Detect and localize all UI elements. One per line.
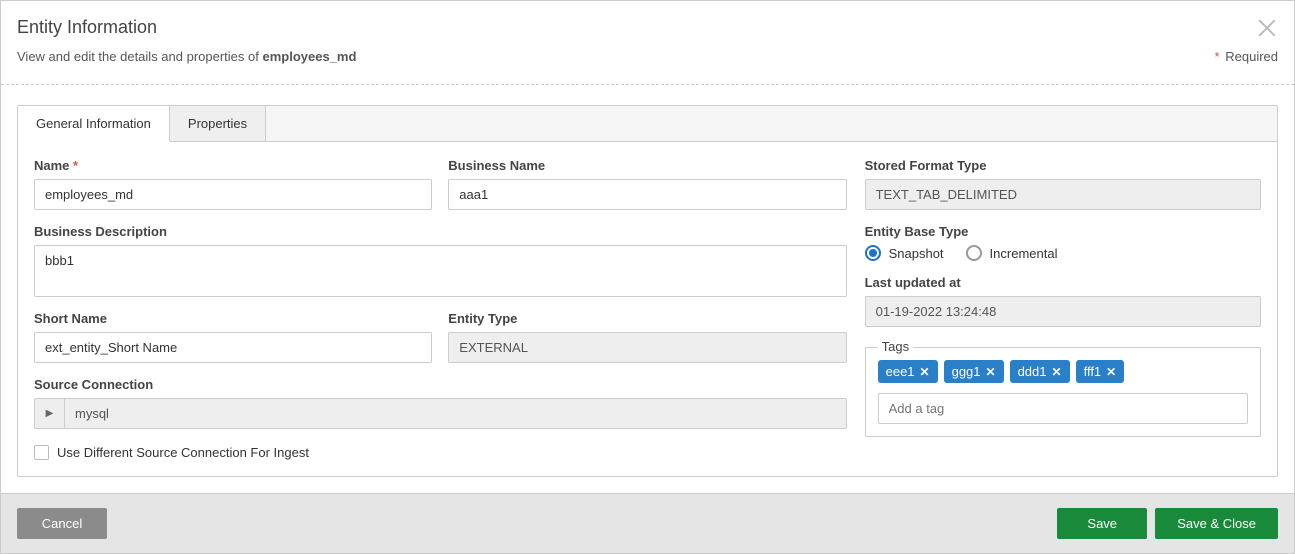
divider [1,84,1294,85]
radio-snapshot-label: Snapshot [889,246,944,261]
tag-label: ggg1 [952,364,981,379]
field-name: Name * [34,158,432,210]
field-entity-base-type: Entity Base Type Snapshot Incremental [865,224,1261,261]
label-use-different-source: Use Different Source Connection For Inge… [57,445,309,460]
input-add-tag[interactable] [878,393,1248,424]
source-connection-control: ▶ mysql [34,398,847,429]
tag-item: eee1 ✕ [878,360,938,383]
radio-incremental-label: Incremental [990,246,1058,261]
tag-remove-icon[interactable]: ✕ [986,365,996,379]
label-short-name: Short Name [34,311,432,326]
label-source-connection: Source Connection [34,377,847,392]
value-last-updated: 01-19-2022 13:24:48 [865,296,1261,327]
value-entity-type: EXTERNAL [448,332,846,363]
label-entity-base-type: Entity Base Type [865,224,1261,239]
tag-label: ddd1 [1018,364,1047,379]
field-tags: Tags eee1 ✕ ggg1 ✕ ddd1 ✕ fff1 ✕ [865,347,1261,437]
label-name: Name * [34,158,432,173]
field-short-name: Short Name [34,311,432,363]
input-business-description[interactable]: bbb1 [34,245,847,297]
tag-item: fff1 ✕ [1076,360,1125,383]
subtitle-prefix: View and edit the details and properties… [17,49,262,64]
tags-list: eee1 ✕ ggg1 ✕ ddd1 ✕ fff1 ✕ [878,360,1248,383]
label-business-description: Business Description [34,224,847,239]
tab-general-information[interactable]: General Information [18,106,170,142]
form-right-column: Stored Format Type TEXT_TAB_DELIMITED En… [865,158,1261,460]
close-icon[interactable] [1256,17,1278,39]
expand-icon[interactable]: ▶ [35,399,65,428]
dialog-subtitle: View and edit the details and properties… [17,49,356,64]
tab-list: General Information Properties [18,106,1277,142]
tag-remove-icon[interactable]: ✕ [920,365,930,379]
value-source-connection: mysql [65,399,846,428]
input-name[interactable] [34,179,432,210]
label-business-name: Business Name [448,158,846,173]
tag-label: eee1 [886,364,915,379]
radio-icon [966,245,982,261]
label-stored-format-type: Stored Format Type [865,158,1261,173]
tabs-panel: General Information Properties Name * Bu… [17,105,1278,477]
checkbox-use-different-source[interactable] [34,445,49,460]
tag-label: fff1 [1084,364,1102,379]
entity-name: employees_md [262,49,356,64]
value-stored-format-type: TEXT_TAB_DELIMITED [865,179,1261,210]
field-business-name: Business Name [448,158,846,210]
form-left-column: Name * Business Name Business Descriptio… [34,158,847,460]
radio-incremental[interactable]: Incremental [966,245,1058,261]
dialog-title: Entity Information [17,17,157,38]
tag-item: ddd1 ✕ [1010,360,1070,383]
field-business-description: Business Description bbb1 [34,224,847,297]
label-name-text: Name [34,158,69,173]
input-business-name[interactable] [448,179,846,210]
tab-properties[interactable]: Properties [170,106,266,141]
tag-remove-icon[interactable]: ✕ [1106,365,1116,379]
field-last-updated: Last updated at 01-19-2022 13:24:48 [865,275,1261,327]
field-entity-type: Entity Type EXTERNAL [448,311,846,363]
field-stored-format-type: Stored Format Type TEXT_TAB_DELIMITED [865,158,1261,210]
dialog-footer: Cancel Save Save & Close [1,493,1294,553]
save-button[interactable]: Save [1057,508,1147,539]
label-last-updated: Last updated at [865,275,1261,290]
input-short-name[interactable] [34,332,432,363]
tag-item: ggg1 ✕ [944,360,1004,383]
save-and-close-button[interactable]: Save & Close [1155,508,1278,539]
dialog-header: Entity Information View and edit the det… [1,1,1294,76]
label-entity-type: Entity Type [448,311,846,326]
required-indicator: * Required [1215,49,1278,64]
tag-remove-icon[interactable]: ✕ [1052,365,1062,379]
radio-icon [865,245,881,261]
required-label: Required [1225,49,1278,64]
label-tags: Tags [878,339,913,354]
field-use-different-source: Use Different Source Connection For Inge… [34,445,847,460]
cancel-button[interactable]: Cancel [17,508,107,539]
field-source-connection: Source Connection ▶ mysql [34,377,847,429]
radio-snapshot[interactable]: Snapshot [865,245,944,261]
